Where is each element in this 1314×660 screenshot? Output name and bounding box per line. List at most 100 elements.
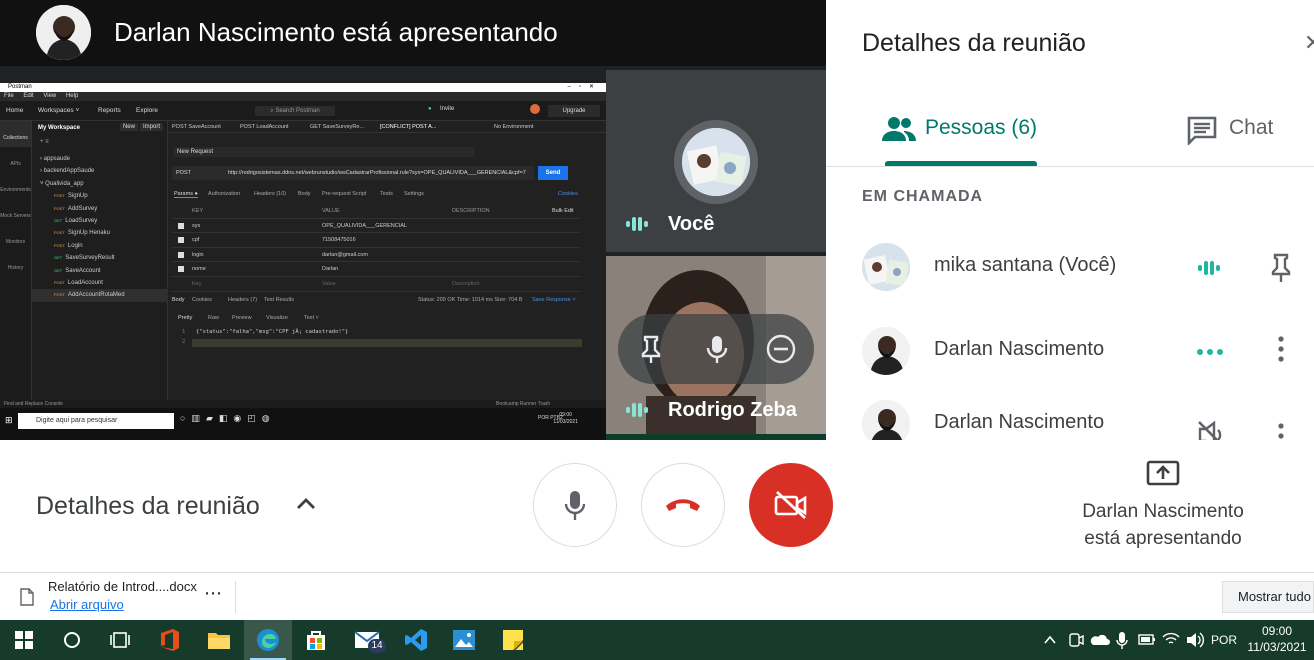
participant-name: Darlan Nascimento [934,338,1105,360]
strip-mock-servers: Mock Servers [0,213,31,219]
tray-volume-icon[interactable] [1186,620,1204,660]
tray-mic-icon[interactable] [1116,620,1128,660]
taskbar-office[interactable] [146,620,194,660]
menu-help: Help [65,93,79,99]
resp-tab-tests: Test Results [264,297,294,303]
participant-row[interactable]: Darlan Nascimento [826,322,1314,382]
search-button[interactable] [48,620,96,660]
request-name: New Request [174,147,474,157]
resp-tab-cookies: Cookies [192,297,212,303]
pin-icon[interactable] [636,334,666,371]
remove-icon[interactable] [766,334,796,371]
strip-monitors: Monitors [5,239,26,245]
shared-win-app-icons: ○▥▰◧◉◰◍ [180,413,276,423]
pin-icon[interactable] [1268,252,1294,289]
taskbar-mail[interactable]: 14 [343,620,391,660]
microphone-button[interactable] [533,463,617,547]
close-icon[interactable]: ✕ [1304,30,1314,56]
shared-win-search: Digite aqui para pesquisar [18,413,174,429]
present-screen-icon[interactable] [1146,460,1180,488]
collection-item-label: AddAccountRotaMed [67,292,125,299]
store-icon [307,631,325,650]
collection-item: POST LoadAccount [32,277,168,289]
response-status: Status: 200 OK Time: 1014 ms Size: 704 B [418,297,523,303]
tile-hover-controls [618,314,814,384]
taskbar-photos[interactable] [440,620,488,660]
param-value: darlan@gmail.com [322,251,368,258]
speaking-indicator-icon [626,216,648,232]
camera-button[interactable] [749,463,833,547]
collection-item-label: ˅ Qualivida_app [40,180,84,187]
line-number: 1 [182,329,186,335]
tile-you[interactable]: Você [606,70,826,252]
presenting-status[interactable]: Darlan Nascimento está apresentando [1058,498,1268,552]
shared-win-taskbar: ⊞ Digite aqui para pesquisar ○▥▰◧◉◰◍ POR… [0,408,606,440]
tab-chat[interactable]: Chat [1186,112,1296,166]
collection-item: GET LoadSurvey [32,215,168,227]
subtab-authorization: Authorization [208,191,241,197]
avatar [862,243,910,291]
participant-row[interactable]: mika santana (Você) [826,238,1314,298]
collection-item: GET SaveSurveyResult [32,252,168,264]
request-tabs: POST SaveAccount POST LoadAccount GET Sa… [168,121,606,133]
more-options-icon[interactable] [1274,423,1288,440]
postman-app-title: Postman [8,84,32,90]
taskbar-file-explorer[interactable] [195,620,243,660]
leave-call-button[interactable] [641,463,725,547]
upgrade-button: Upgrade [548,105,600,117]
collection-item-method: POST [54,279,65,285]
windows-logo-icon [15,631,33,649]
tray-battery-icon[interactable] [1138,620,1156,660]
open-file-link[interactable]: Abrir arquivo [50,597,124,612]
start-button[interactable] [0,620,48,660]
collection-item: POST AddAccountRotaMed [32,289,168,302]
env-select: No Environment [494,124,534,130]
tray-language[interactable]: POR [1211,620,1237,660]
url-input: http://rodrigosistemas.ddns.net/webrunst… [228,170,526,176]
tray-meet-now-icon[interactable] [1068,620,1084,660]
meeting-controls-bar: Detalhes da reunião Darlan Nascimento es… [0,440,1314,572]
you-avatar [674,120,758,204]
avatar [862,400,910,440]
taskbar-vscode[interactable] [392,620,440,660]
participant-row[interactable]: Darlan Nascimento [826,395,1314,440]
collection-item-label: › appsaude [40,156,71,162]
download-file-name[interactable]: Relatório de Introd....docx [48,579,197,594]
shared-win-clock: 09:00 11/03/2021 [553,412,578,426]
request-tab: GET SaveSurveyRe... [310,124,365,130]
collection-item-method: POST [54,205,65,211]
shared-win-time: 09:00 [559,412,572,418]
collection-item-label: SignUp Henaku [67,230,110,237]
meeting-details-toggle[interactable]: Detalhes da reunião [36,492,260,521]
tray-onedrive-icon[interactable] [1090,620,1110,660]
chevron-up-icon[interactable] [294,492,318,516]
show-all-button[interactable]: Mostrar tudo [1222,581,1314,613]
shared-screen: Postman –▫✕ File Edit View Help Home Wor… [0,83,606,440]
tile-rodrigo[interactable]: Rodrigo Zeba [606,256,826,434]
request-tab: POST LoadAccount [240,124,289,130]
param-key: sys [192,222,201,229]
task-view-button[interactable] [96,620,144,660]
more-options-icon[interactable] [1274,336,1288,362]
mic-icon[interactable] [702,334,732,371]
chat-icon [1187,116,1217,145]
tray-network-icon[interactable] [1162,620,1180,660]
screen: Darlan Nascimento está apresentando Post… [0,0,1314,660]
people-icon [882,117,916,141]
collection-tree: › appsaude › backendAppSaude ˅ Qualivida_a… [32,153,168,302]
params-header-row: KEY VALUE DESCRIPTION Bulk Edit [172,204,580,219]
tab-people[interactable]: Pessoas (6) [882,112,1042,166]
postman-statusbar: Find and Replace Console Bootcamp Runner… [0,400,606,408]
more-options-icon[interactable]: ⋯ [204,583,222,604]
presenting-status-line2: está apresentando [1084,528,1242,549]
presenter-banner: Darlan Nascimento está apresentando [0,0,826,66]
collection-item: ˅ Qualivida_app [32,178,168,190]
mic-icon [564,491,586,520]
section-in-call: EM CHAMADA [862,188,984,205]
taskbar-store[interactable] [292,620,340,660]
taskbar-sticky-notes[interactable] [489,620,537,660]
taskbar-edge[interactable] [244,620,292,660]
tray-clock[interactable]: 09:00 11/03/2021 [1246,623,1308,655]
tray-chevron-up-icon[interactable] [1044,620,1056,660]
collection-item: › appsaude [32,153,168,165]
